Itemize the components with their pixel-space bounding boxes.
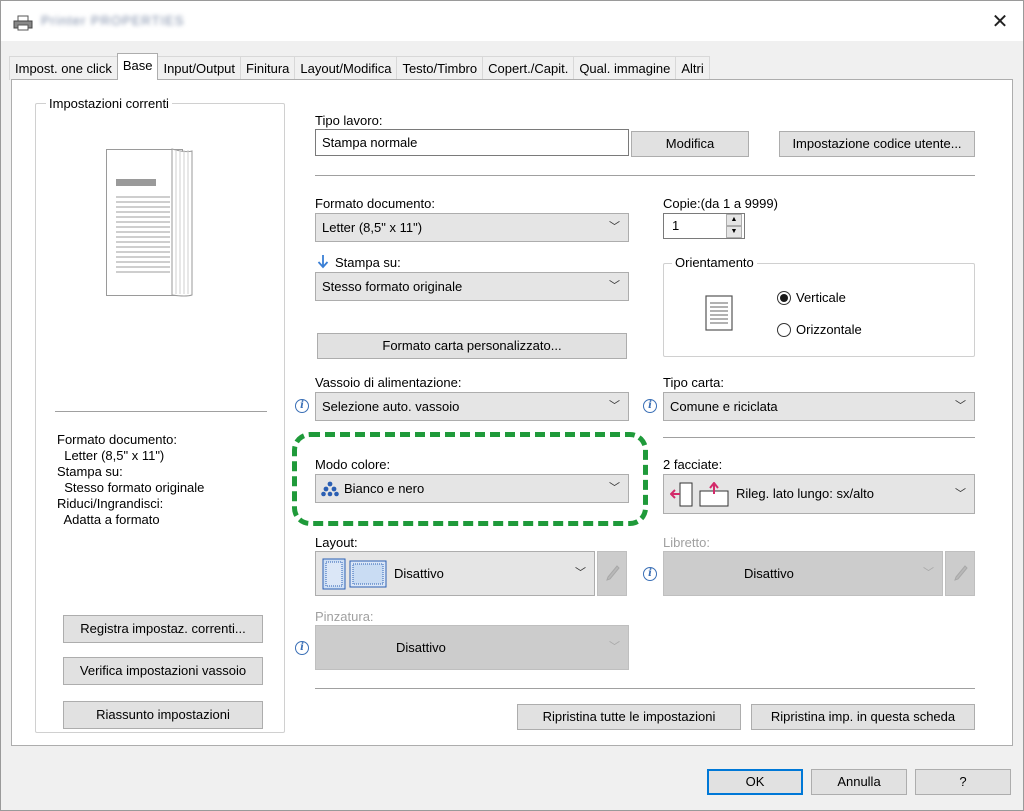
copies-value: 1: [672, 218, 680, 233]
chevron-down-icon: ﹀: [955, 488, 966, 500]
tab-altri[interactable]: Altri: [675, 56, 710, 80]
right-separator: [663, 437, 975, 438]
orientation-title: Orientamento: [672, 255, 757, 270]
copies-down-button[interactable]: ▼: [726, 226, 742, 238]
info-icon[interactable]: i: [643, 399, 657, 413]
close-icon: ✕: [991, 10, 1009, 33]
tray-label: Vassoio di alimentazione:: [315, 375, 462, 390]
close-button[interactable]: ✕: [977, 1, 1023, 41]
window-title: Printer PROPERTIES: [41, 13, 185, 28]
register-settings-button[interactable]: Registra impostaz. correnti...: [63, 615, 263, 643]
paper-type-value: Comune e riciclata: [670, 399, 778, 414]
staple-value: Disattivo: [396, 640, 446, 655]
tab-impost-one-click[interactable]: Impost. one click: [9, 56, 118, 80]
arrow-down-icon: [317, 255, 329, 269]
document-format-label: Formato documento:: [315, 196, 435, 211]
info-icon[interactable]: i: [295, 641, 309, 655]
print-on-value: Stesso formato originale: [322, 279, 463, 294]
layout-select[interactable]: Disattivo ﹀: [315, 551, 595, 596]
copies-spinner[interactable]: 1 ▲ ▼: [663, 213, 745, 239]
staple-label: Pinzatura:: [315, 609, 374, 624]
cancel-button[interactable]: Annulla: [811, 769, 907, 795]
portrait-radio[interactable]: [777, 291, 791, 305]
print-on-label: Stampa su:: [335, 255, 401, 270]
document-format-value: Letter (8,5" x 11"): [322, 220, 423, 235]
left-separator: [55, 411, 267, 412]
duplex-select[interactable]: Rileg. lato lungo: sx/alto ﹀: [663, 474, 975, 514]
paper-type-label: Tipo carta:: [663, 375, 724, 390]
portrait-label: Verticale: [796, 290, 846, 305]
highlight-frame: [292, 432, 648, 526]
help-button[interactable]: ?: [915, 769, 1011, 795]
duplex-label: 2 facciate:: [663, 457, 723, 472]
user-code-settings-button[interactable]: Impostazione codice utente...: [779, 131, 975, 157]
settings-summary-button[interactable]: Riassunto impostazioni: [63, 701, 263, 729]
printer-icon: [13, 15, 33, 31]
staple-select: Disattivo ﹀: [315, 625, 629, 670]
chevron-down-icon: ﹀: [575, 567, 586, 579]
landscape-label: Orizzontale: [796, 322, 862, 337]
landscape-radio[interactable]: [777, 323, 791, 337]
chevron-down-icon: ﹀: [609, 221, 620, 233]
print-on-select[interactable]: Stesso formato originale ﹀: [315, 272, 629, 301]
layout-edit-button: [597, 551, 627, 596]
chevron-down-icon: ﹀: [923, 567, 934, 579]
summary-line-2: Letter (8,5" x 11"): [57, 448, 165, 463]
ok-button[interactable]: OK: [707, 769, 803, 795]
tab-qual-immagine[interactable]: Qual. immagine: [573, 56, 677, 80]
layout-value: Disattivo: [394, 566, 444, 581]
booklet-select: Disattivo ﹀: [663, 551, 943, 596]
tab-base[interactable]: Base: [116, 53, 159, 80]
paper-type-select[interactable]: Comune e riciclata ﹀: [663, 392, 975, 421]
reset-all-settings-button[interactable]: Ripristina tutte le impostazioni: [517, 704, 741, 730]
tab-layout-modifica[interactable]: Layout/Modifica: [294, 56, 398, 80]
summary-line-4: Stesso formato originale: [57, 480, 205, 495]
info-icon[interactable]: i: [643, 567, 657, 581]
current-settings-title: Impostazioni correnti: [46, 96, 172, 111]
pencil-icon: [954, 565, 968, 581]
duplex-binding-icon: [670, 482, 729, 507]
booklet-value: Disattivo: [744, 566, 794, 581]
tray-value: Selezione auto. vassoio: [322, 399, 460, 414]
layout-page-icon: [322, 558, 387, 590]
tab-input-output[interactable]: Input/Output: [157, 56, 242, 80]
tab-copert-capit[interactable]: Copert./Capit.: [482, 56, 575, 80]
bottom-separator: [315, 688, 975, 689]
tab-testo-timbro[interactable]: Testo/Timbro: [396, 56, 484, 80]
job-separator: [315, 175, 975, 176]
chevron-down-icon: ﹀: [609, 641, 620, 653]
summary-line-6: Adatta a formato: [57, 512, 160, 527]
pencil-icon: [606, 565, 620, 581]
portrait-page-icon: [705, 295, 733, 331]
document-preview-icon: [106, 148, 193, 297]
chevron-down-icon: ﹀: [609, 400, 620, 412]
chevron-down-icon: ﹀: [955, 400, 966, 412]
check-tray-settings-button[interactable]: Verifica impostazioni vassoio: [63, 657, 263, 685]
modify-button[interactable]: Modifica: [631, 131, 749, 157]
custom-paper-size-button[interactable]: Formato carta personalizzato...: [317, 333, 627, 359]
layout-label: Layout:: [315, 535, 358, 550]
job-type-label: Tipo lavoro:: [315, 113, 383, 128]
title-bar: Printer PROPERTIES ✕: [1, 1, 1023, 41]
summary-line-3: Stampa su:: [57, 464, 123, 479]
booklet-label: Libretto:: [663, 535, 710, 550]
booklet-edit-button: [945, 551, 975, 596]
job-type-field[interactable]: Stampa normale: [315, 129, 629, 156]
tab-finitura[interactable]: Finitura: [240, 56, 296, 80]
duplex-value: Rileg. lato lungo: sx/alto: [736, 486, 875, 501]
summary-line-1: Formato documento:: [57, 432, 177, 447]
document-format-select[interactable]: Letter (8,5" x 11") ﹀: [315, 213, 629, 242]
tab-strip: Impost. one click Base Input/Output Fini…: [9, 53, 710, 80]
printer-properties-window: Printer PROPERTIES ✕ Impost. one click B…: [0, 0, 1024, 811]
summary-line-5: Riduci/Ingrandisci:: [57, 496, 164, 511]
copies-label: Copie:(da 1 a 9999): [663, 196, 778, 211]
tray-select[interactable]: Selezione auto. vassoio ﹀: [315, 392, 629, 421]
reset-tab-settings-button[interactable]: Ripristina imp. in questa scheda: [751, 704, 975, 730]
copies-up-button[interactable]: ▲: [726, 214, 742, 226]
chevron-down-icon: ﹀: [609, 280, 620, 292]
info-icon[interactable]: i: [295, 399, 309, 413]
